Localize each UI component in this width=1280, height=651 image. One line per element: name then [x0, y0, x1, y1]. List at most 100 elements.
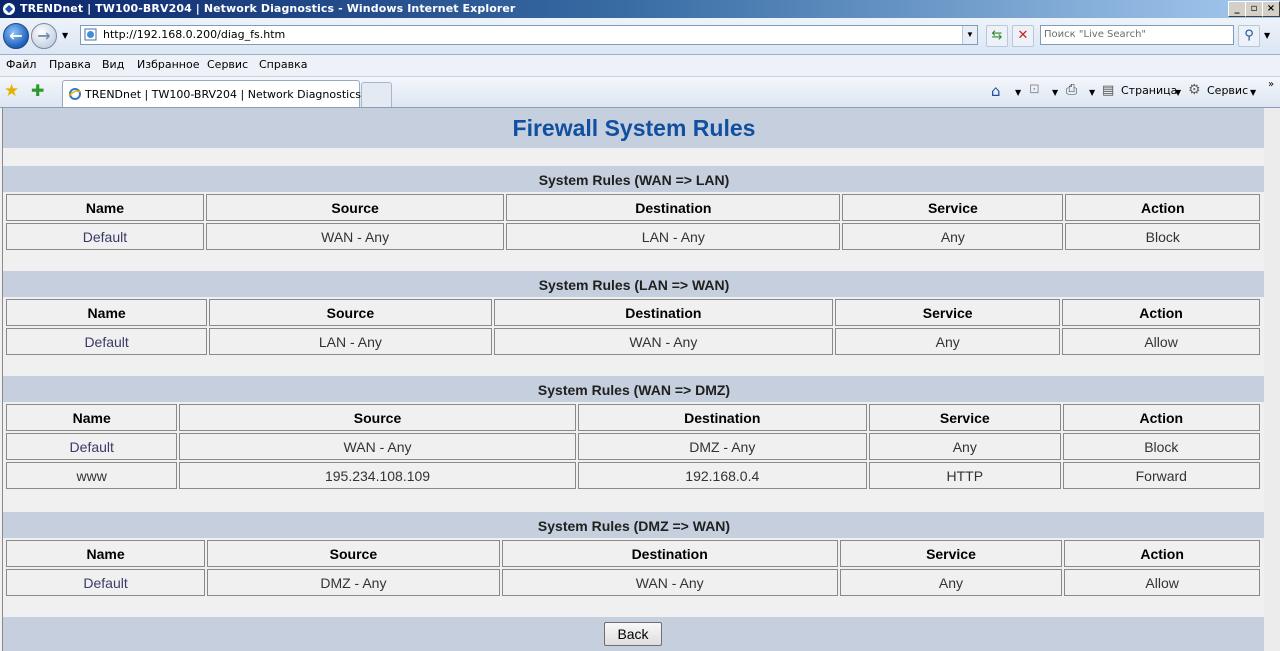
col-name-header: Name — [6, 404, 178, 431]
print-dropdown-icon[interactable]: ▼ — [1089, 88, 1095, 97]
section-title: System Rules (WAN => DMZ) — [537, 382, 731, 398]
table-row: Default LAN - Any WAN - Any Any Allow — [6, 328, 1260, 355]
rule-source: DMZ - Any — [207, 569, 500, 596]
menu-favorites[interactable]: Избранное — [137, 58, 199, 71]
col-source-header: Source — [205, 194, 505, 221]
section-header: System Rules (WAN => LAN) — [3, 166, 1265, 192]
col-source-header: Source — [207, 540, 500, 567]
col-name-header: Name — [6, 299, 208, 326]
section-header: System Rules (DMZ => WAN) — [3, 512, 1265, 538]
favorites-star-icon[interactable]: ★ — [4, 81, 19, 101]
rule-name: Default — [6, 223, 204, 250]
col-service-header: Service — [868, 404, 1061, 431]
rules-table: Name Source Destination Service Action D… — [4, 297, 1262, 357]
menu-view[interactable]: Вид — [102, 58, 124, 71]
menu-bar: Файл Правка Вид Избранное Сервис Справка — [0, 55, 1280, 77]
back-arrow-icon: ← — [9, 26, 23, 45]
rule-destination: WAN - Any — [501, 569, 838, 596]
section-title: System Rules (DMZ => WAN) — [537, 518, 731, 534]
rule-service: HTTP — [868, 462, 1061, 489]
table-header-row: Name Source Destination Service Action — [6, 299, 1260, 326]
refresh-icon[interactable]: ⇆ — [986, 25, 1008, 47]
home-icon[interactable]: ⌂ — [991, 82, 1001, 100]
search-icon[interactable]: ⚲ — [1238, 25, 1260, 47]
tab-network-diagnostics[interactable]: TRENDnet | TW100-BRV204 | Network Diagno… — [62, 80, 361, 107]
rule-action: Block — [1062, 433, 1260, 460]
rule-source: WAN - Any — [205, 223, 505, 250]
menu-file[interactable]: Файл — [6, 58, 36, 71]
table-row: Default WAN - Any LAN - Any Any Block — [6, 223, 1260, 250]
col-action-header: Action — [1062, 299, 1260, 326]
address-field[interactable]: http://192.168.0.200/diag_fs.htm ▼ — [80, 25, 978, 45]
table-row: www 195.234.108.109 192.168.0.4 HTTP For… — [6, 462, 1260, 489]
rule-name: Default — [6, 328, 208, 355]
search-placeholder: Поиск "Live Search" — [1044, 29, 1147, 40]
table-header-row: Name Source Destination Service Action — [6, 404, 1260, 431]
col-source-header: Source — [179, 404, 576, 431]
window-title-bar: TRENDnet | TW100-BRV204 | Network Diagno… — [0, 0, 1280, 18]
menu-help[interactable]: Справка — [259, 58, 307, 71]
page-menu[interactable]: Страница — [1121, 84, 1177, 97]
rule-action: Allow — [1064, 569, 1260, 596]
table-header-row: Name Source Destination Service Action — [6, 540, 1260, 567]
table-row: Default WAN - Any DMZ - Any Any Block — [6, 433, 1260, 460]
col-service-header: Service — [835, 299, 1061, 326]
page-title: Firewall System Rules — [512, 115, 756, 141]
col-destination-header: Destination — [506, 194, 841, 221]
home-dropdown-icon[interactable]: ▼ — [1015, 88, 1021, 97]
close-button[interactable]: × — [1262, 1, 1280, 17]
back-button[interactable]: ← — [3, 23, 29, 49]
history-dropdown-icon[interactable]: ▼ — [62, 31, 68, 40]
vertical-scrollbar[interactable] — [1264, 108, 1280, 651]
col-service-header: Service — [839, 540, 1063, 567]
rule-action: Forward — [1062, 462, 1260, 489]
page-title-band: Firewall System Rules — [3, 108, 1265, 148]
rule-action: Allow — [1062, 328, 1260, 355]
chevron-more-icon[interactable]: » — [1268, 79, 1274, 90]
print-icon[interactable]: ⎙ — [1066, 82, 1077, 98]
address-url: http://192.168.0.200/diag_fs.htm — [103, 28, 286, 41]
rule-name: Default — [6, 433, 178, 460]
rule-destination: 192.168.0.4 — [577, 462, 867, 489]
tab-title: TRENDnet | TW100-BRV204 | Network Diagno… — [85, 88, 361, 101]
stop-icon[interactable]: ✕ — [1012, 25, 1034, 47]
rule-service: Any — [842, 223, 1064, 250]
maximize-button[interactable]: ▫ — [1245, 1, 1263, 17]
search-options-icon[interactable]: ▼ — [1264, 31, 1270, 40]
new-tab-button[interactable] — [361, 82, 392, 107]
rule-destination: WAN - Any — [493, 328, 834, 355]
rule-action: Block — [1065, 223, 1260, 250]
col-source-header: Source — [209, 299, 492, 326]
add-favorites-icon[interactable]: ✚ — [31, 81, 44, 100]
page-icon — [84, 28, 97, 41]
menu-tools[interactable]: Сервис — [207, 58, 248, 71]
page-dropdown-icon[interactable]: ▼ — [1175, 88, 1181, 97]
address-dropdown-icon[interactable]: ▼ — [962, 26, 977, 44]
rule-destination: LAN - Any — [506, 223, 841, 250]
rule-source: LAN - Any — [209, 328, 492, 355]
section-title: System Rules (LAN => WAN) — [538, 277, 730, 293]
section-header: System Rules (LAN => WAN) — [3, 271, 1265, 297]
window-title: TRENDnet | TW100-BRV204 | Network Diagno… — [20, 2, 516, 15]
tools-dropdown-icon[interactable]: ▼ — [1250, 88, 1256, 97]
back-page-button[interactable]: Back — [604, 622, 662, 646]
rule-destination: DMZ - Any — [577, 433, 867, 460]
feeds-icon[interactable]: ⊡ — [1029, 82, 1040, 97]
forward-button[interactable]: → — [31, 23, 57, 49]
col-name-header: Name — [6, 540, 206, 567]
forward-arrow-icon: → — [37, 26, 51, 45]
section-title: System Rules (WAN => LAN) — [538, 172, 730, 188]
col-action-header: Action — [1062, 404, 1260, 431]
col-action-header: Action — [1065, 194, 1260, 221]
search-input[interactable]: Поиск "Live Search" — [1040, 25, 1234, 45]
rule-service: Any — [868, 433, 1061, 460]
ie-page-icon — [68, 88, 82, 100]
feeds-dropdown-icon[interactable]: ▼ — [1052, 88, 1058, 97]
menu-edit[interactable]: Правка — [49, 58, 91, 71]
col-service-header: Service — [842, 194, 1064, 221]
minimize-button[interactable]: _ — [1228, 1, 1246, 17]
table-header-row: Name Source Destination Service Action — [6, 194, 1260, 221]
gear-icon: ⚙ — [1188, 82, 1201, 98]
tools-menu[interactable]: Сервис — [1207, 84, 1248, 97]
page-content: Firewall System Rules System Rules (WAN … — [2, 108, 1265, 651]
